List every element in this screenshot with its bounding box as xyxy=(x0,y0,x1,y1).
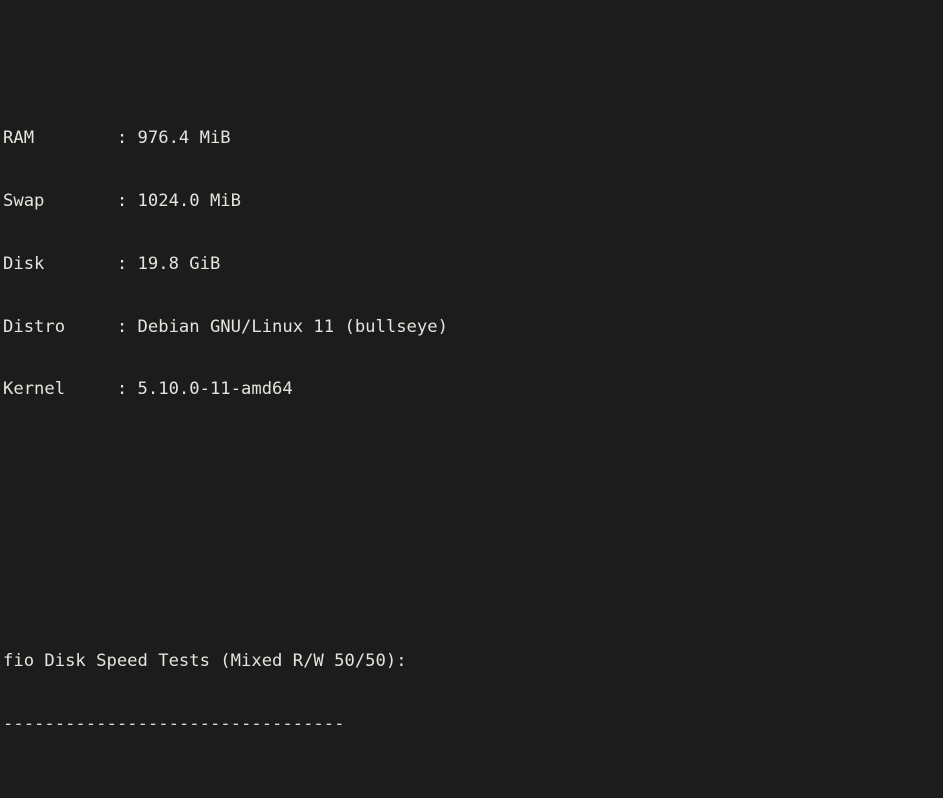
system-info-section: RAM : 976.4 MiB Swap : 1024.0 MiB Disk :… xyxy=(3,87,943,442)
sysinfo-line-ram: RAM : 976.4 MiB xyxy=(3,128,231,149)
fio-section: fio Disk Speed Tests (Mixed R/W 50/50): … xyxy=(3,609,943,798)
sysinfo-line-kernel: Kernel : 5.10.0-11-amd64 xyxy=(3,379,293,400)
sysinfo-line-disk: Disk : 19.8 GiB xyxy=(3,253,221,274)
fio-rule: --------------------------------- xyxy=(3,713,345,734)
terminal-output: RAM : 976.4 MiB Swap : 1024.0 MiB Disk :… xyxy=(0,0,943,798)
fio-title: fio Disk Speed Tests (Mixed R/W 50/50): xyxy=(3,651,407,671)
sysinfo-line-distro: Distro : Debian GNU/Linux 11 (bullseye) xyxy=(3,316,448,337)
sysinfo-line-swap: Swap : 1024.0 MiB xyxy=(3,191,241,212)
